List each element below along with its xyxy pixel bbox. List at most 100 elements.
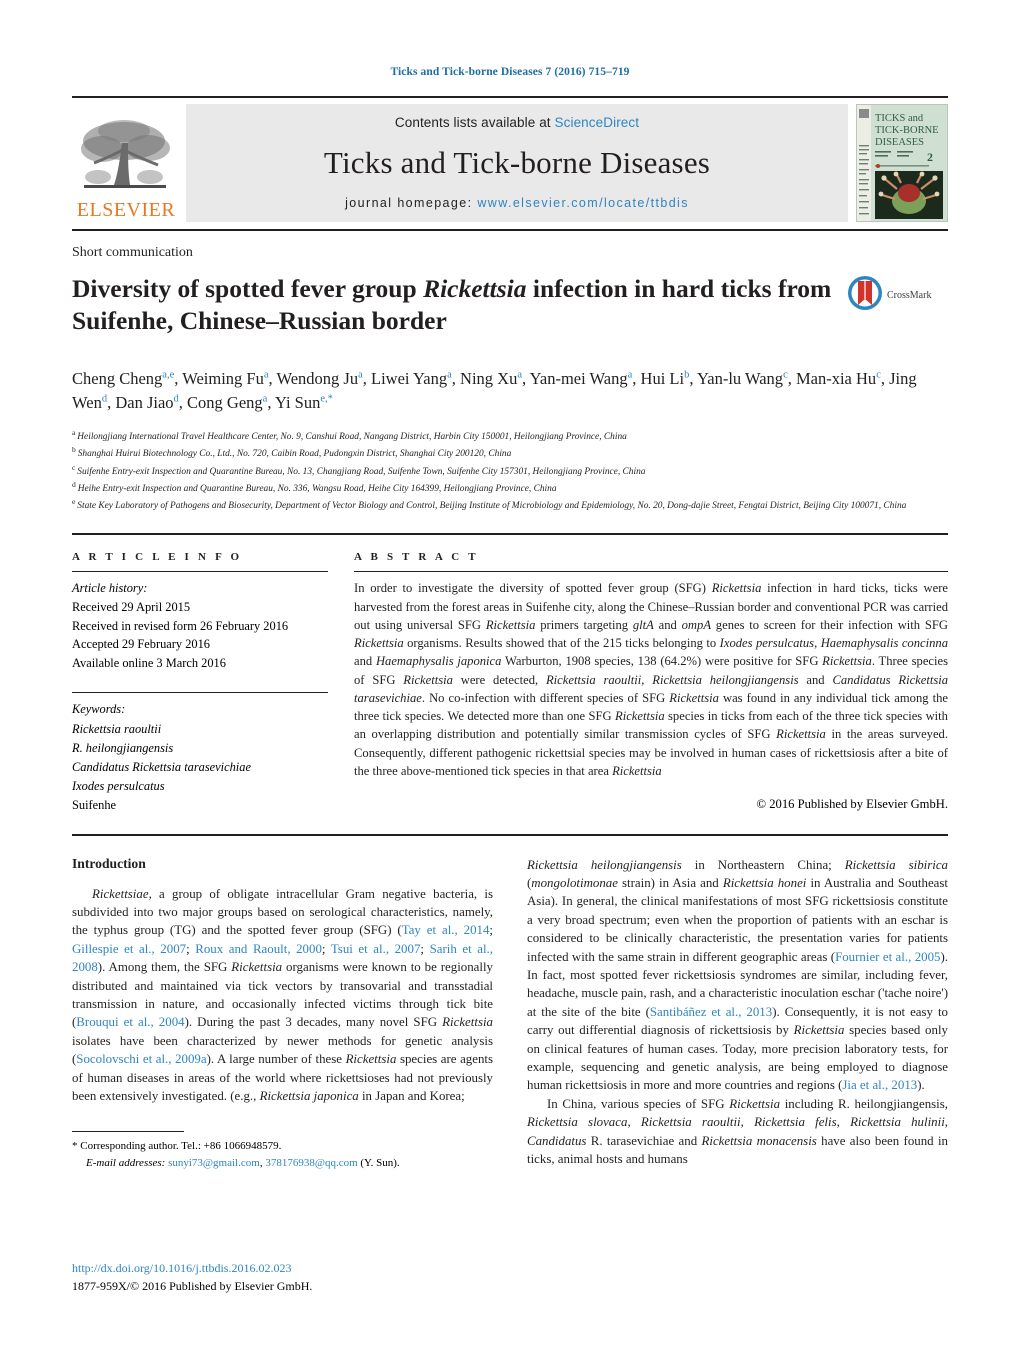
italic-term: Rickettsia bbox=[844, 857, 896, 872]
citation-link[interactable]: Roux and Raoult, 2000 bbox=[195, 942, 322, 956]
author-entry[interactable]: Yi Sune,* bbox=[275, 393, 333, 412]
sciencedirect-link[interactable]: ScienceDirect bbox=[555, 115, 640, 130]
author-entry[interactable]: Yan-lu Wangc bbox=[697, 369, 788, 388]
issn-copyright-line: 1877-959X/© 2016 Published by Elsevier G… bbox=[72, 1278, 313, 1293]
author-separator: , bbox=[451, 369, 461, 389]
author-entry[interactable]: Dan Jiaod bbox=[115, 393, 178, 412]
article-history-item: Available online 3 March 2016 bbox=[72, 655, 226, 670]
keyword-item[interactable]: Ixodes persulcatus bbox=[72, 777, 328, 796]
author-separator: , bbox=[267, 393, 275, 413]
italic-term: gltA bbox=[632, 617, 654, 632]
affiliation-item: b Shanghai Huirui Biotechnology Co., Ltd… bbox=[72, 444, 948, 461]
journal-homepage-line: journal homepage: www.elsevier.com/locat… bbox=[345, 196, 689, 210]
svg-text:2: 2 bbox=[927, 150, 933, 164]
abstract-column: A B S T R A C T In order to investigate … bbox=[354, 551, 948, 815]
author-name: Yan-lu Wang bbox=[696, 369, 784, 389]
italic-term: Rickettsia bbox=[485, 617, 536, 632]
author-separator: , bbox=[880, 369, 890, 389]
italic-term: Rickettsia bbox=[527, 1115, 578, 1130]
italic-term: Rickettsiae bbox=[92, 886, 149, 901]
citation-link[interactable]: Fournier et al., 2005 bbox=[835, 950, 940, 964]
author-entry[interactable]: Cong Genga bbox=[187, 393, 267, 412]
keyword-item[interactable]: Suifenhe bbox=[72, 796, 328, 815]
journal-masthead: ELSEVIER Contents lists available at Sci… bbox=[72, 96, 948, 231]
citation-link[interactable]: Jia et al., 2013 bbox=[842, 1078, 917, 1092]
citation-link[interactable]: Socolovschi et al., 2009a bbox=[76, 1052, 206, 1066]
citation-link[interactable]: Brouqui et al., 2004 bbox=[76, 1015, 184, 1029]
italic-term: Rickettsia honei bbox=[722, 876, 807, 891]
article-history-label: Article history: bbox=[72, 581, 148, 596]
article-info-heading: A R T I C L E I N F O bbox=[72, 551, 243, 564]
keyword-item[interactable]: Rickettsia raoultii bbox=[72, 720, 328, 739]
keyword-item[interactable]: Candidatus Rickettsia tarasevichiae bbox=[72, 758, 328, 777]
svg-text:TICK-BORNE: TICK-BORNE bbox=[875, 125, 939, 136]
author-entry[interactable]: Wendong Jua bbox=[276, 369, 362, 388]
author-name: Weiming Fu bbox=[182, 369, 264, 389]
keyword-item[interactable]: R. heilongjiangensis bbox=[72, 739, 328, 758]
paper-page: Ticks and Tick-borne Diseases 7 (2016) 7… bbox=[0, 0, 1020, 1351]
italic-term: Rickettsia monacensis bbox=[701, 1133, 817, 1148]
italic-term: Rickettsia bbox=[354, 636, 404, 651]
doi-link[interactable]: http://dx.doi.org/10.1016/j.ttbdis.2016.… bbox=[72, 1260, 493, 1277]
author-entry[interactable]: Ning Xua bbox=[460, 369, 522, 388]
citation-link[interactable]: Gillespie et al., 2007 bbox=[72, 942, 186, 956]
crossmark-badge[interactable]: CrossMark bbox=[847, 275, 939, 316]
author-entry[interactable]: Cheng Chenga,e bbox=[72, 369, 174, 388]
author-separator: , bbox=[632, 369, 641, 389]
title-row: Diversity of spotted fever group Rickett… bbox=[72, 261, 948, 353]
keywords-list: Rickettsia raoultii R. heilongjiangensis C… bbox=[72, 720, 328, 816]
author-entry[interactable]: Yan-mei Wanga bbox=[530, 369, 633, 388]
author-name: Yan-mei Wang bbox=[529, 369, 628, 389]
email-link-1[interactable]: sunyi73@gmail.com bbox=[168, 1157, 260, 1169]
author-entry[interactable]: Man-xia Huc bbox=[796, 369, 881, 388]
italic-term: Rickettsia bbox=[729, 1096, 781, 1111]
introduction-heading: Introduction bbox=[72, 855, 146, 871]
citation-link[interactable]: Tsui et al., 2007 bbox=[331, 942, 421, 956]
italic-term: Rickettsia bbox=[231, 960, 283, 975]
italic-term: Rickettsia bbox=[711, 581, 762, 596]
italic-term: Rickettsia bbox=[612, 763, 662, 778]
article-history-item: Received in revised form 26 February 201… bbox=[72, 618, 289, 633]
affiliation-text: Shanghai Huirui Biotechnology Co., Ltd.,… bbox=[77, 449, 512, 460]
author-separator: , bbox=[174, 369, 183, 389]
italic-term: Rickettsia bbox=[615, 709, 665, 724]
italic-term: ompA bbox=[681, 617, 712, 632]
crossmark-label: CrossMark bbox=[887, 290, 932, 301]
author-entry[interactable]: Hui Lib bbox=[641, 369, 690, 388]
affiliation-text: State Key Laboratory of Pathogens and Bi… bbox=[77, 501, 907, 512]
journal-cover-thumbnail[interactable]: TICKS and TICK-BORNE DISEASES 2 bbox=[856, 104, 948, 222]
abstract-copyright: © 2016 Published by Elsevier GmbH. bbox=[756, 797, 948, 812]
italic-term: Haemaphysalis concinna bbox=[820, 636, 948, 651]
italic-term: Rickettsia raoultii bbox=[640, 1115, 741, 1130]
italic-term: Rickettsia bbox=[754, 1115, 805, 1130]
contents-prefix: Contents lists available at bbox=[394, 115, 555, 130]
title-italic-genus: Rickettsia bbox=[423, 274, 527, 303]
masthead-center: Contents lists available at ScienceDirec… bbox=[186, 104, 848, 222]
italic-term: Rickettsia bbox=[527, 857, 578, 872]
italic-term: Rickettsia sibirica bbox=[844, 857, 948, 872]
italic-term: Rickettsia hulinii bbox=[850, 1115, 945, 1130]
citation-link[interactable]: Santibáñez et al., 2013 bbox=[650, 1005, 772, 1019]
running-head: Ticks and Tick-borne Diseases 7 (2016) 7… bbox=[390, 66, 630, 78]
homepage-url-link[interactable]: www.elsevier.com/locate/ttbdis bbox=[477, 196, 689, 210]
citation-link[interactable]: Tay et al., 2014 bbox=[402, 923, 490, 937]
article-head: Short communication Diversity of spotted… bbox=[72, 231, 948, 513]
italic-term: Rickettsia bbox=[898, 672, 949, 687]
page-footer: http://dx.doi.org/10.1016/j.ttbdis.2016.… bbox=[72, 1260, 493, 1295]
author-entry[interactable]: Liwei Yanga bbox=[371, 369, 452, 388]
italic-term: mongolotimonae bbox=[531, 876, 618, 891]
email-link-2[interactable]: 378176938@qq.com bbox=[265, 1157, 357, 1169]
svg-text:DISEASES: DISEASES bbox=[875, 137, 924, 148]
italic-term: Rickettsia bbox=[545, 672, 596, 687]
author-separator: , bbox=[787, 369, 796, 389]
italic-term: Rickettsia bbox=[776, 727, 826, 742]
author-entry[interactable]: Weiming Fua bbox=[182, 369, 268, 388]
italic-term: Rickettsia heilongjiangensis bbox=[652, 672, 799, 687]
divider bbox=[354, 571, 948, 573]
body-right-column: Rickettsia heilongjiangensis in Northeas… bbox=[527, 856, 948, 1172]
italic-term: Rickettsia slovaca bbox=[527, 1115, 628, 1130]
author-separator: , bbox=[689, 369, 697, 389]
elsevier-tree-icon bbox=[78, 115, 174, 199]
article-history-item: Accepted 29 February 2016 bbox=[72, 637, 210, 652]
italic-term: Rickettsia bbox=[259, 1088, 311, 1103]
